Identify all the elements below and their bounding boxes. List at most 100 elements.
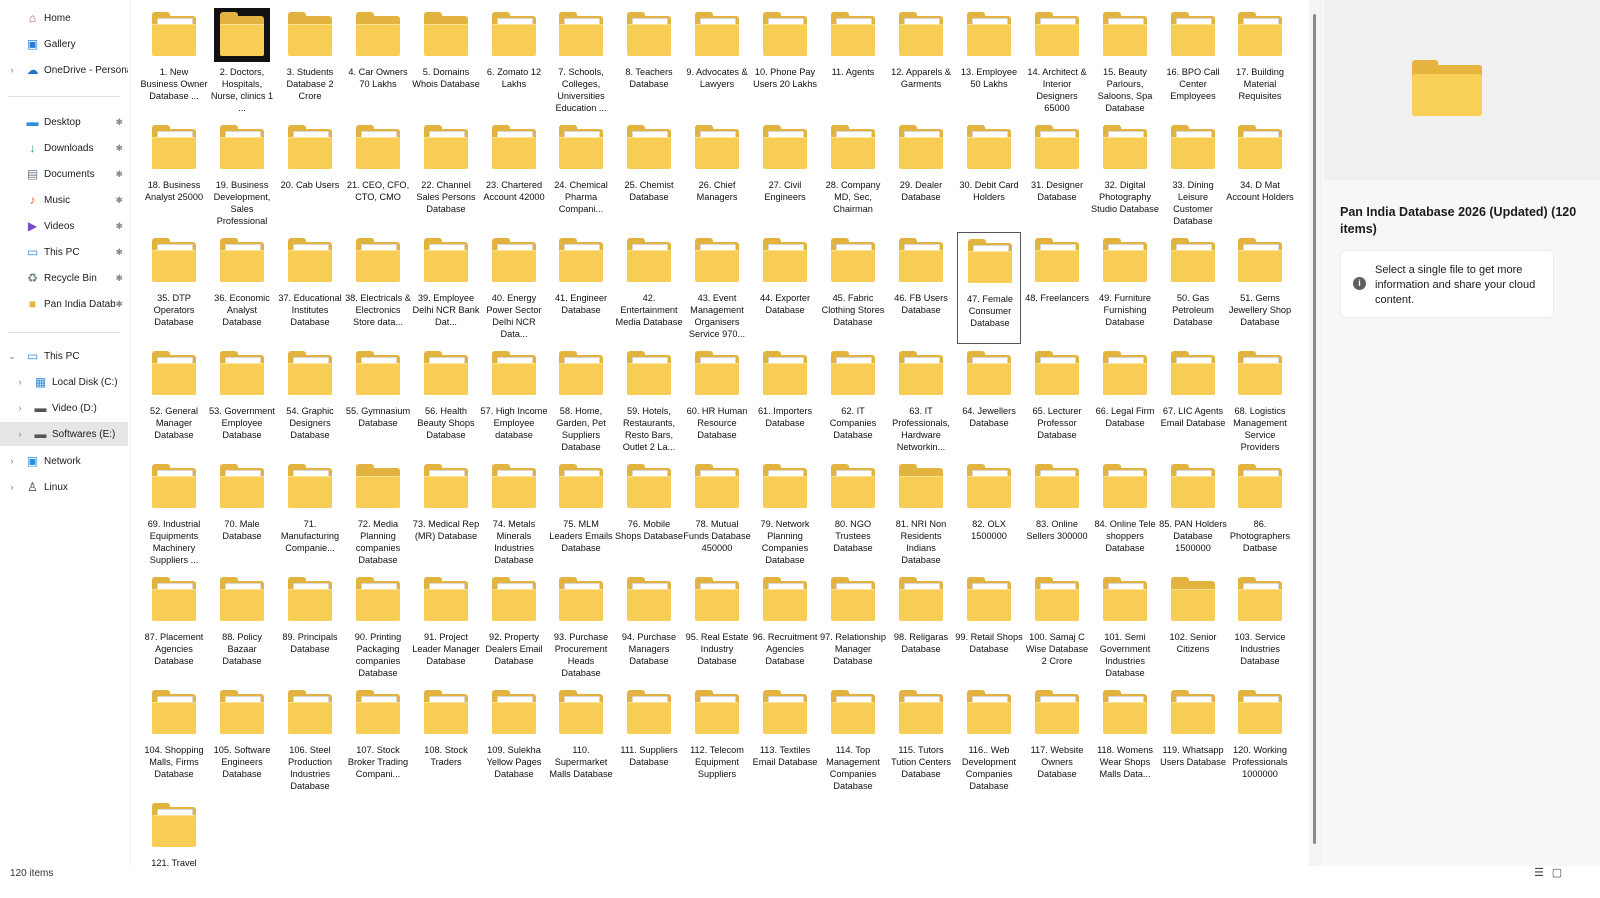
sidebar-item-softwares-e[interactable]: › ▬ Softwares (E:)	[0, 422, 128, 446]
folder-item[interactable]: x 17. Building Material Requisites	[1228, 6, 1292, 118]
folder-item[interactable]: x 63. IT Professionals, Hardware Networki…	[889, 345, 953, 457]
folder-item[interactable]: x 67. LIC Agents Email Database	[1161, 345, 1225, 457]
folder-item[interactable]: 2. Doctors, Hospitals, Nurse, clinics 1 …	[210, 6, 274, 118]
folder-item[interactable]: x 66. Legal Firm Database	[1093, 345, 1157, 457]
folder-item[interactable]: x 27. Civil Engineers	[753, 119, 817, 231]
folder-item[interactable]: x 84. Online Tele shoppers Database	[1093, 458, 1157, 570]
folder-item[interactable]: x 87. Placement Agencies Database	[142, 571, 206, 683]
folder-item[interactable]: X 14. Architect & Interior Designers 6500…	[1025, 6, 1089, 118]
sidebar-item-local-disk-c[interactable]: › ▦ Local Disk (C:)	[0, 370, 128, 394]
sidebar-item-onedrive-persona[interactable]: › ☁ OneDrive - Persona	[0, 58, 129, 82]
folder-item[interactable]: x 98. Religaras Database	[889, 571, 953, 683]
folder-item[interactable]: x 8. Teachers Database	[617, 6, 681, 118]
folder-item[interactable]: x 46. FB Users Database	[889, 232, 953, 344]
folder-item[interactable]: x 79. Network Planning Companies Database	[753, 458, 817, 570]
folder-item[interactable]: x 62. IT Companies Database	[821, 345, 885, 457]
folder-item[interactable]: x 24. Chemical Pharma Compani...	[549, 119, 613, 231]
chevron-down-icon[interactable]: ⌄	[8, 351, 16, 362]
folder-item[interactable]: x 71. Manufacturing Companie...	[278, 458, 342, 570]
folder-item[interactable]: x 120. Working Professionals 1000000	[1228, 684, 1292, 796]
chevron-right-icon[interactable]: ›	[8, 456, 16, 466]
folder-item[interactable]: x 69. Industrial Equipments Machinery Sup…	[142, 458, 206, 570]
folder-item[interactable]: x 65. Lecturer Professor Database	[1025, 345, 1089, 457]
folder-item[interactable]: x 99. Retail Shops Database	[955, 571, 1023, 683]
folder-item[interactable]: x 37. Educational Institutes Database	[278, 232, 342, 344]
folder-item[interactable]: x 10. Phone Pay Users 20 Lakhs	[753, 6, 817, 118]
folder-item[interactable]: x 107. Stock Broker Trading Compani...	[346, 684, 410, 796]
folder-item[interactable]: x 92. Property Dealers Email Database	[482, 571, 546, 683]
folder-item[interactable]: x 55. Gymnasium Database	[346, 345, 410, 457]
folder-item[interactable]: x 58. Home, Garden, Pet Suppliers Databas…	[549, 345, 613, 457]
folder-item[interactable]: x 115. Tutors Tution Centers Database	[889, 684, 953, 796]
folder-item[interactable]: x 45. Fabric Clothing Stores Database	[821, 232, 885, 344]
folder-item[interactable]: x 50. Gas Petroleum Database	[1161, 232, 1225, 344]
folder-item[interactable]: x 83. Online Sellers 300000	[1025, 458, 1089, 570]
folder-item[interactable]: x 1. New Business Owner Database ...	[141, 6, 207, 118]
folder-item[interactable]: x 94. Purchase Managers Database	[617, 571, 681, 683]
sidebar-item-this-pc[interactable]: ▭ This PC ✱	[0, 240, 128, 264]
folder-item[interactable]: x 88. Policy Bazaar Database	[210, 571, 274, 683]
folder-item[interactable]: x 22. Channel Sales Persons Database	[414, 119, 478, 231]
folder-item[interactable]: x 105. Software Engineers Database	[210, 684, 274, 796]
folder-item[interactable]: x 101. Semi Government Industries Databas…	[1093, 571, 1157, 683]
folder-item[interactable]: x 110. Supermarket Malls Database	[549, 684, 613, 796]
sidebar-item-pan-india-datab[interactable]: ■ Pan India Datab ✱	[0, 292, 128, 316]
folder-item[interactable]: x 52. General Manager Database	[142, 345, 206, 457]
folder-item[interactable]: 3. Students Database 2 Crore	[278, 6, 342, 118]
folder-item[interactable]: x 106. Steel Production Industries Databa…	[278, 684, 342, 796]
folder-item[interactable]: x 114. Top Management Companies Database	[821, 684, 885, 796]
folder-item[interactable]: x 82. OLX 1500000	[957, 458, 1021, 570]
folder-item[interactable]: x 51. Gems Jewellery Shop Database	[1228, 232, 1292, 344]
folder-item[interactable]: x 49. Furniture Furnishing Database	[1093, 232, 1157, 344]
folder-item[interactable]: x 116.. Web Development Companies Databas…	[957, 684, 1021, 796]
folder-item[interactable]: x 54. Graphic Designers Database	[278, 345, 342, 457]
sidebar-item-documents[interactable]: ▤ Documents ✱	[0, 162, 128, 186]
sidebar-item-this-pc[interactable]: ⌄ ▭ This PC	[0, 344, 128, 368]
folder-item[interactable]: x 78. Mutual Funds Database 450000	[683, 458, 751, 570]
folder-item[interactable]: x 60. HR Human Resource Database	[685, 345, 749, 457]
folder-item[interactable]: x 91. Project Leader Manager Database	[412, 571, 480, 683]
folder-item[interactable]: x 119. Whatsapp Users Database	[1160, 684, 1226, 796]
chevron-right-icon[interactable]: ›	[16, 403, 24, 413]
folder-item[interactable]: x 93. Purchase Procurement Heads Database	[549, 571, 613, 683]
folder-item[interactable]: x 47. Female Consumer Database	[957, 232, 1021, 344]
folder-item[interactable]: x 35. DTP Operators Database	[142, 232, 206, 344]
folder-item[interactable]: x 121. Travel	[142, 797, 206, 866]
folder-item[interactable]: x 43. Event Management Organisers Service…	[685, 232, 749, 344]
folder-item[interactable]: x 75. MLM Leaders Emails Database	[549, 458, 613, 570]
folder-item[interactable]: x 34. D Mat Account Holders	[1226, 119, 1294, 231]
folder-item[interactable]: x 16. BPO Call Center Employees	[1161, 6, 1225, 118]
folder-item[interactable]: x 103. Service Industries Database	[1228, 571, 1292, 683]
folder-item[interactable]: x 113. Textiles Email Database	[753, 684, 817, 796]
vertical-scrollbar[interactable]	[1309, 0, 1323, 866]
folder-item[interactable]: x 38. Electricals & Electronics Store dat…	[345, 232, 411, 344]
chevron-right-icon[interactable]: ›	[8, 65, 16, 75]
folder-item[interactable]: x 97. Relationship Manager Database	[820, 571, 886, 683]
folder-item[interactable]: 4. Car Owners 70 Lakhs	[346, 6, 410, 118]
scrollbar-thumb[interactable]	[1313, 14, 1316, 844]
folder-item[interactable]: x 44. Exporter Database	[753, 232, 817, 344]
folder-item[interactable]: x 33. Dining Leisure Customer Database	[1161, 119, 1225, 231]
sidebar-item-home[interactable]: ⌂ Home	[0, 6, 128, 30]
folder-item[interactable]: x 70. Male Database	[210, 458, 274, 570]
folder-item[interactable]: x 20. Cab Users	[278, 119, 342, 231]
folder-item[interactable]: x 112. Telecom Equipment Suppliers	[685, 684, 749, 796]
sidebar-item-gallery[interactable]: ▣ Gallery	[0, 32, 128, 56]
chevron-right-icon[interactable]: ›	[16, 429, 24, 439]
folder-item[interactable]: 5. Domains Whois Database	[412, 6, 480, 118]
folder-item[interactable]: x 57. High Income Employee database	[481, 345, 547, 457]
sidebar-item-downloads[interactable]: ↓ Downloads ✱	[0, 136, 128, 160]
folder-item[interactable]: x 104. Shopping Malls, Firms Database	[142, 684, 206, 796]
folder-item[interactable]: x 7. Schools, Colleges, Universities Educ…	[549, 6, 613, 118]
sidebar-item-desktop[interactable]: ▬ Desktop ✱	[0, 110, 128, 134]
folder-item[interactable]: x 36. Economic Analyst Database	[210, 232, 274, 344]
folder-item[interactable]: x 39. Employee Delhi NCR Bank Dat...	[413, 232, 479, 344]
folder-item[interactable]: 81. NRI Non Residents Indians Database	[889, 458, 953, 570]
folder-item[interactable]: x 96. Recruitment Agencies Database	[753, 571, 817, 683]
folder-item[interactable]: x 13. Employee 50 Lakhs	[957, 6, 1021, 118]
folder-item[interactable]: x 64. Jewellers Database	[957, 345, 1021, 457]
folder-item[interactable]: x 100. Samaj C Wise Database 2 Crore	[1025, 571, 1089, 683]
tiles-view-icon[interactable]: ▢	[1550, 867, 1564, 879]
folder-item[interactable]: x 117. Website Owners Database	[1025, 684, 1089, 796]
folder-item[interactable]: x 25. Chemist Database	[617, 119, 681, 231]
